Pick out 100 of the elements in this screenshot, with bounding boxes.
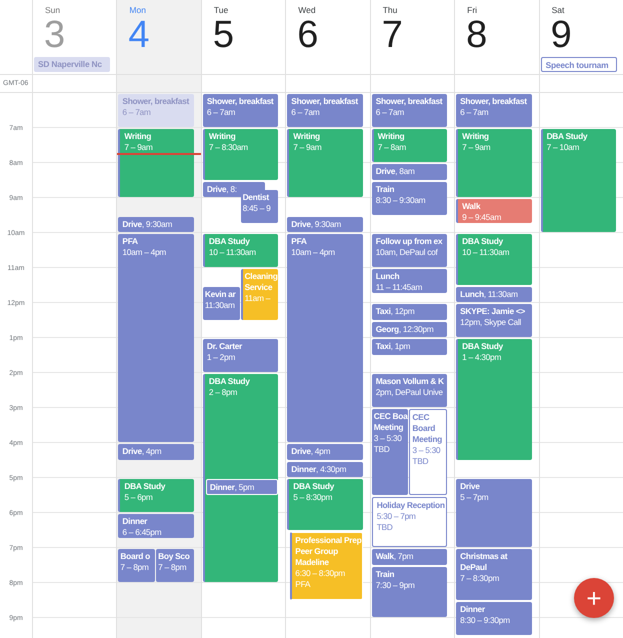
event-time: 10am – 4pm (291, 247, 335, 258)
day-number[interactable]: 8 (466, 16, 488, 54)
calendar-event[interactable]: Dinner, 4:30pm (287, 462, 363, 477)
event-label: Dinner, 5pm (210, 482, 254, 493)
calendar-event[interactable]: DBA Study 7 – 10am (540, 129, 616, 232)
event-title: Mason Vollum & K (376, 376, 444, 387)
day-number[interactable]: 7 (382, 16, 403, 54)
event-time: 5 – 7pm (460, 492, 488, 503)
calendar-event[interactable]: Writing 7 – 8am (372, 129, 448, 162)
event-title: Shower, breakfast (376, 96, 442, 107)
event-time: 3 – 5:30 (412, 445, 440, 456)
day-name: Thu (382, 5, 398, 16)
event-title: DBA Study (208, 236, 250, 247)
calendar-event[interactable]: Walk 9 – 9:45am (456, 199, 532, 224)
event-title: DBA Study (124, 481, 166, 492)
calendar-event[interactable]: Drive, 4pm (118, 444, 194, 460)
calendar-event[interactable]: Taxi, 1pm (372, 339, 448, 354)
calendar-event[interactable]: Lunch 11 – 11:45am (372, 269, 448, 294)
all-day-event[interactable]: SD Naperville Nc (34, 57, 110, 72)
event-title: Shower, breakfast (122, 96, 190, 107)
calendar-event[interactable]: Train 8:30 – 9:30am (372, 182, 448, 214)
event-title: Writing (293, 131, 320, 142)
calendar-event[interactable]: Holiday Reception 5:30 – 7pm TBD (372, 496, 448, 547)
event-time: 10 – 11:30am (462, 247, 510, 258)
event-title: Drive (460, 481, 480, 492)
event-label: Georg, 12:30pm (376, 324, 434, 334)
event-label: Taxi, 1pm (376, 341, 410, 352)
calendar-event[interactable]: Dentist 8:45 – 9 (240, 190, 278, 224)
calendar-event[interactable]: Mason Vollum & K 2pm, DePaul Unive (372, 374, 448, 407)
event-title: Writing (124, 131, 152, 142)
event-time: 10am, DePaul cof (376, 247, 438, 258)
calendar-event[interactable]: Walk, 7pm (372, 549, 448, 564)
calendar-event[interactable]: CEC Board Meeting 3 – 5:30 TBD (409, 409, 448, 494)
event-title: DBA Study (462, 341, 503, 352)
calendar-event[interactable]: Writing 7 – 9am (118, 129, 194, 197)
event-time: 6 – 7am (291, 107, 320, 118)
calendar-event[interactable]: Dr. Carter 1 – 2pm (202, 339, 278, 372)
calendar-event[interactable]: Follow up from ex 10am, DePaul cof (372, 234, 448, 267)
calendar-event[interactable]: DBA Study 10 – 11:30am (202, 234, 278, 267)
event-label: Drive, 9:30am (291, 218, 341, 230)
calendar-event[interactable]: PFA 10am – 4pm (118, 234, 194, 442)
calendar-event[interactable]: CEC Boa Meeting 3 – 5:30 TBD (372, 409, 408, 494)
calendar-event[interactable]: Drive, 4pm (287, 444, 363, 460)
calendar-event[interactable]: Christmas at DePaul 7 – 8:30pm (456, 549, 532, 600)
calendar-event[interactable]: Writing 7 – 9am (287, 129, 363, 197)
event-time: 9 – 9:45am (462, 212, 502, 223)
event-time: 11 – 11:45am (376, 282, 422, 293)
day-number[interactable]: 5 (212, 16, 234, 54)
event-label: Drive, 8: (206, 184, 237, 194)
event-time: 5:30 – 7pm (376, 510, 416, 522)
event-label: Drive, 4pm (122, 446, 162, 457)
calendar-event[interactable]: Shower, breakfast 6 – 7am (118, 94, 194, 127)
calendar-event[interactable]: Taxi, 12pm (372, 304, 448, 320)
event-title: DBA Study (208, 376, 250, 387)
calendar-event[interactable]: Writing 7 – 9am (456, 129, 532, 197)
calendar-event[interactable]: Shower, breakfast 6 – 7am (372, 94, 448, 127)
calendar-event[interactable]: DBA Study 5 – 6pm (118, 479, 194, 512)
calendar-event[interactable]: DBA Study 5 – 8:30pm (287, 479, 363, 530)
calendar-event[interactable]: Writing 7 – 8:30am (202, 129, 278, 180)
calendar-event[interactable]: Drive, 8am (372, 164, 448, 180)
day-name: Fri (467, 5, 478, 16)
all-day-event[interactable]: Speech tournam (540, 57, 617, 72)
event-title: DBA Study (462, 236, 503, 247)
calendar-event[interactable]: Shower, breakfast 6 – 7am (287, 94, 363, 127)
calendar-event[interactable]: Board o 7 – 8pm (118, 549, 156, 582)
calendar-event[interactable]: Drive 5 – 7pm (456, 479, 532, 547)
calendar-event[interactable]: Dinner, 5pm (206, 479, 278, 494)
event-time: 6 – 7am (122, 107, 151, 118)
day-number[interactable]: 4 (128, 16, 150, 54)
day-number[interactable]: 3 (44, 16, 66, 54)
event-time: 11am – (244, 293, 270, 304)
event-title: DBA Study (293, 481, 334, 492)
event-location: PFA (295, 578, 310, 590)
event-label: Drive, 9:30am (122, 218, 172, 230)
calendar-event[interactable]: SKYPE: Jamie <> 12pm, Skype Call (456, 304, 532, 337)
calendar-event[interactable]: DBA Study 1 – 4:30pm (456, 339, 532, 460)
event-title: DBA Study (546, 131, 588, 142)
calendar-event[interactable]: PFA 10am – 4pm (287, 234, 363, 442)
calendar-event[interactable]: Dinner 6 – 6:45pm (118, 514, 194, 538)
day-number[interactable]: 6 (297, 16, 318, 54)
event-time: 8:30 – 9:30pm (460, 614, 510, 626)
calendar-event[interactable]: Dinner 8:30 – 9:30pm (456, 602, 532, 634)
calendar-event[interactable]: Boy Sco 7 – 8pm (156, 549, 194, 582)
event-time: 7 – 8pm (120, 562, 149, 573)
calendar-event[interactable]: DBA Study 10 – 11:30am (456, 234, 532, 284)
add-button[interactable]: + (574, 578, 614, 618)
day-number[interactable]: 9 (550, 16, 572, 54)
event-time: 12pm, Skype Call (460, 317, 521, 328)
event-time: 2 – 8pm (208, 387, 238, 398)
event-title: Follow up from ex (376, 236, 442, 247)
calendar-event[interactable]: Georg, 12:30pm (372, 322, 448, 337)
calendar-event[interactable]: Shower, breakfast 6 – 7am (202, 94, 278, 127)
calendar-event[interactable]: Shower, breakfast 6 – 7am (456, 94, 532, 127)
calendar-event[interactable]: Kevin ar 11:30am (202, 286, 240, 320)
event-time: 1 – 2pm (206, 352, 236, 363)
event-title: Train (376, 184, 394, 194)
calendar-event[interactable]: Drive, 9:30am (118, 216, 194, 232)
calendar-event[interactable]: Drive, 9:30am (287, 216, 363, 232)
calendar-event[interactable]: Train 7:30 – 9pm (372, 566, 448, 617)
calendar-event[interactable]: Lunch, 11:30am (456, 286, 532, 302)
